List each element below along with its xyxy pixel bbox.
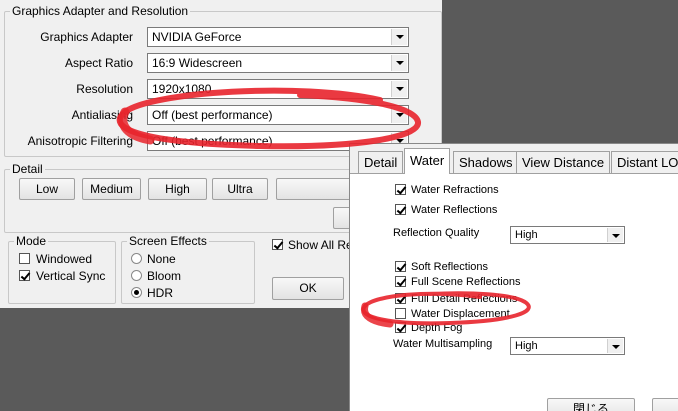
reflection-quality-select[interactable]: High bbox=[510, 226, 625, 244]
graphics-adapter-label: Graphics Adapter bbox=[40, 30, 133, 44]
close-button[interactable]: 閉じる bbox=[547, 398, 635, 411]
chevron-down-icon[interactable] bbox=[391, 81, 407, 97]
detail-low-button[interactable]: Low bbox=[19, 178, 75, 200]
aspect-ratio-label: Aspect Ratio bbox=[64, 56, 133, 70]
water-tab-panel: Water Refractions Water Reflections Refl… bbox=[350, 173, 678, 411]
soft-reflections-label: Soft Reflections bbox=[411, 261, 489, 273]
water-displacement-label: Water Displacement bbox=[411, 308, 510, 320]
resolution-select[interactable]: 1920x1080 bbox=[147, 79, 409, 99]
water-reflections-label: Water Reflections bbox=[411, 204, 498, 216]
full-scene-reflections-checkbox[interactable] bbox=[395, 276, 406, 287]
aspect-ratio-value: 16:9 Widescreen bbox=[152, 56, 243, 70]
water-multisampling-select[interactable]: High bbox=[510, 337, 625, 355]
detail-ultra-button[interactable]: Ultra bbox=[212, 178, 268, 200]
reflection-quality-label: Reflection Quality bbox=[393, 227, 480, 239]
tab-shadows[interactable]: Shadows bbox=[453, 151, 519, 173]
detail-medium-button[interactable]: Medium bbox=[82, 178, 141, 200]
chevron-down-icon[interactable] bbox=[391, 55, 407, 71]
graphics-adapter-value: NVIDIA GeForce bbox=[152, 30, 242, 44]
water-multisampling-label: Water Multisampling bbox=[393, 338, 493, 350]
tab-water[interactable]: Water bbox=[404, 148, 451, 174]
tab-distant-lod[interactable]: Distant LO bbox=[611, 151, 678, 173]
windowed-label: Windowed bbox=[36, 252, 93, 266]
effects-hdr-label: HDR bbox=[147, 286, 173, 300]
ok-button[interactable]: OK bbox=[272, 277, 344, 300]
detail-group-title: Detail bbox=[10, 162, 45, 176]
show-all-resolutions-checkbox[interactable] bbox=[272, 239, 283, 250]
full-detail-reflections-checkbox[interactable] bbox=[395, 293, 406, 304]
anisotropic-filtering-value: Off (best performance) bbox=[152, 134, 273, 148]
depth-fog-checkbox[interactable] bbox=[395, 322, 406, 333]
effects-none-radio[interactable] bbox=[131, 253, 142, 264]
apply-button[interactable] bbox=[652, 398, 678, 411]
antialiasing-select[interactable]: Off (best performance) bbox=[147, 105, 409, 125]
resolution-value: 1920x1080 bbox=[152, 82, 212, 96]
water-refractions-checkbox[interactable] bbox=[395, 184, 406, 195]
full-scene-reflections-label: Full Scene Reflections bbox=[411, 276, 521, 288]
water-multisampling-value: High bbox=[515, 340, 538, 352]
vertical-sync-label: Vertical Sync bbox=[36, 269, 106, 283]
soft-reflections-checkbox[interactable] bbox=[395, 261, 406, 272]
anisotropic-filtering-label: Anisotropic Filtering bbox=[27, 134, 133, 148]
screen-effects-group-title: Screen Effects bbox=[127, 234, 209, 248]
vertical-sync-checkbox[interactable] bbox=[19, 270, 30, 281]
graphics-adapter-select[interactable]: NVIDIA GeForce bbox=[147, 27, 409, 47]
detail-high-button[interactable]: High bbox=[148, 178, 207, 200]
resolution-group-title: Graphics Adapter and Resolution bbox=[10, 4, 191, 18]
effects-bloom-radio[interactable] bbox=[131, 270, 142, 281]
water-reflections-checkbox[interactable] bbox=[395, 204, 406, 215]
chevron-down-icon[interactable] bbox=[607, 228, 623, 242]
effects-bloom-label: Bloom bbox=[147, 269, 182, 283]
water-displacement-checkbox[interactable] bbox=[395, 308, 406, 319]
mode-group-title: Mode bbox=[14, 234, 49, 248]
depth-fog-label: Depth Fog bbox=[411, 322, 463, 334]
water-refractions-label: Water Refractions bbox=[411, 184, 499, 196]
reflection-quality-value: High bbox=[515, 229, 538, 241]
tab-detail[interactable]: Detail bbox=[358, 151, 404, 173]
chevron-down-icon[interactable] bbox=[391, 29, 407, 45]
antialiasing-value: Off (best performance) bbox=[152, 108, 273, 122]
effects-hdr-radio[interactable] bbox=[131, 287, 142, 298]
antialiasing-label: Antialiasing bbox=[71, 108, 133, 122]
chevron-down-icon[interactable] bbox=[607, 339, 623, 353]
effects-none-label: None bbox=[147, 252, 176, 266]
aspect-ratio-select[interactable]: 16:9 Widescreen bbox=[147, 53, 409, 73]
windowed-checkbox[interactable] bbox=[19, 253, 30, 264]
resolution-label: Resolution bbox=[76, 82, 133, 96]
advanced-settings-dialog: Detail Water Shadows View Distance Dista… bbox=[349, 143, 678, 411]
chevron-down-icon[interactable] bbox=[391, 107, 407, 123]
tab-view-distance[interactable]: View Distance bbox=[516, 151, 611, 173]
full-detail-reflections-label: Full Detail Reflections bbox=[411, 293, 518, 305]
